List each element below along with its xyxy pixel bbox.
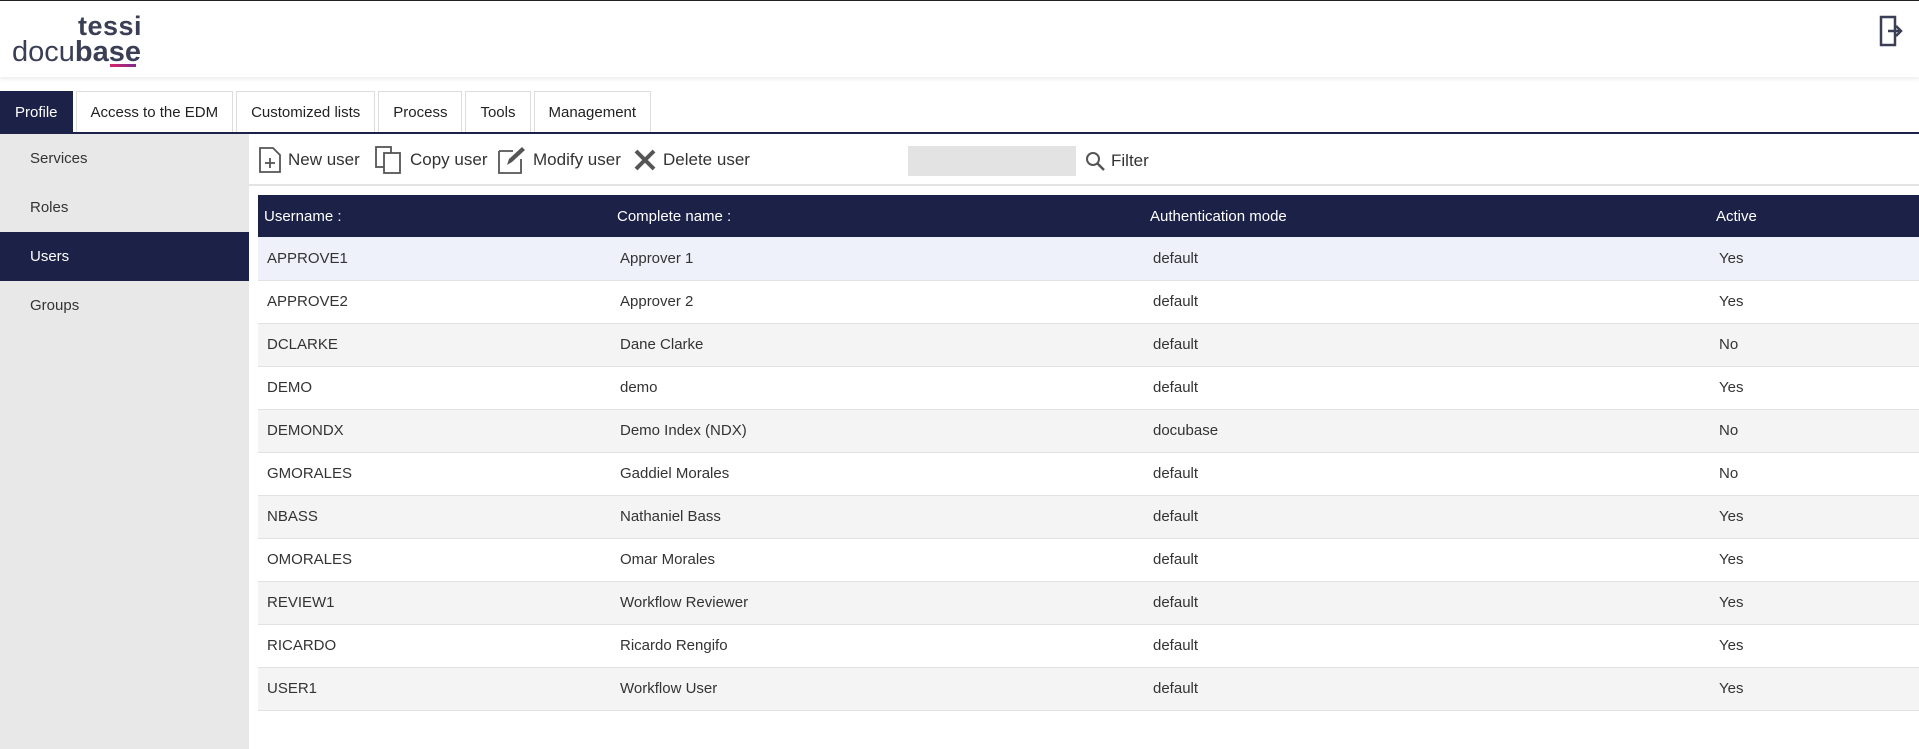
cell-username: NBASS — [267, 508, 318, 525]
main-tabs: Profile Access to the EDM Customized lists… — [0, 91, 654, 133]
copy-user-icon — [375, 146, 401, 174]
cell-username: APPROVE2 — [267, 293, 348, 310]
cell-username: REVIEW1 — [267, 594, 335, 611]
table-row[interactable]: NBASS Nathaniel Bass default Yes — [258, 495, 1919, 538]
cell-active: Yes — [1719, 637, 1744, 654]
table-row[interactable]: DEMO demo default Yes — [258, 366, 1919, 409]
delete-user-label: Delete user — [663, 150, 750, 169]
cell-complete-name: Nathaniel Bass — [620, 508, 721, 525]
cell-active: Yes — [1719, 594, 1744, 611]
main-content: New user Copy user Modify user Delete us… — [249, 134, 1919, 749]
sidebar-item-roles[interactable]: Roles — [0, 183, 249, 232]
cell-authentication-mode: default — [1153, 680, 1199, 697]
cell-username: RICARDO — [267, 637, 337, 654]
cell-username: APPROVE1 — [267, 249, 348, 267]
table-row[interactable]: USER1 Workflow User default Yes — [258, 667, 1919, 710]
new-user-button[interactable]: New user — [258, 144, 360, 176]
filter-label: Filter — [1111, 151, 1149, 170]
sidebar: Services Roles Users Groups — [0, 134, 249, 749]
cell-complete-name: Approver 1 — [620, 249, 694, 267]
cell-complete-name: Workflow User — [620, 680, 718, 697]
filter-input[interactable] — [908, 146, 1076, 176]
cell-complete-name: Demo Index (NDX) — [620, 422, 747, 439]
tab-process[interactable]: Process — [378, 91, 463, 133]
table-header-row: Username : Complete name : Authenticatio… — [258, 195, 1919, 237]
tab-tools[interactable]: Tools — [465, 91, 531, 133]
cell-authentication-mode: default — [1153, 249, 1199, 267]
delete-user-button[interactable]: Delete user — [633, 144, 750, 176]
cell-authentication-mode: default — [1153, 336, 1199, 353]
tab-customized-lists[interactable]: Customized lists — [236, 91, 376, 133]
cell-authentication-mode: default — [1153, 293, 1199, 310]
sidebar-item-groups[interactable]: Groups — [0, 281, 249, 330]
header-active[interactable]: Active — [1710, 195, 1919, 237]
modify-user-label: Modify user — [533, 150, 621, 169]
cell-complete-name: Workflow Reviewer — [620, 594, 749, 611]
cell-authentication-mode: default — [1153, 637, 1199, 654]
cell-active: Yes — [1719, 249, 1744, 267]
delete-user-icon — [634, 149, 656, 171]
table-row[interactable]: APPROVE2 Approver 2 default Yes — [258, 280, 1919, 323]
cell-active: No — [1719, 422, 1739, 439]
tessi-docubase-logo: tessi docubase — [12, 13, 142, 67]
cell-username: DEMONDX — [267, 422, 344, 439]
cell-complete-name: Omar Morales — [620, 551, 716, 568]
cell-authentication-mode: default — [1153, 508, 1199, 525]
header-authentication-mode[interactable]: Authentication mode — [1144, 195, 1710, 237]
users-table: Username : Complete name : Authenticatio… — [258, 195, 1919, 711]
table-row[interactable]: OMORALES Omar Morales default Yes — [258, 538, 1919, 581]
cell-active: No — [1719, 336, 1739, 353]
new-user-icon — [259, 147, 281, 173]
cell-username: DEMO — [267, 379, 312, 396]
table-row[interactable]: DEMONDX Demo Index (NDX) docubase No — [258, 409, 1919, 452]
cell-complete-name: Dane Clarke — [620, 336, 704, 353]
cell-complete-name: demo — [620, 379, 658, 396]
table-row[interactable]: RICARDO Ricardo Rengifo default Yes — [258, 624, 1919, 667]
logo-bottom-text: docubase — [12, 37, 141, 67]
cell-complete-name: Approver 2 — [620, 293, 694, 310]
cell-authentication-mode: default — [1153, 465, 1199, 482]
cell-username: USER1 — [267, 680, 318, 697]
table-row[interactable]: REVIEW1 Workflow Reviewer default Yes — [258, 581, 1919, 624]
cell-username: DCLARKE — [267, 336, 338, 353]
cell-active: Yes — [1719, 508, 1744, 525]
cell-active: Yes — [1719, 551, 1744, 568]
filter-button[interactable]: Filter — [1085, 146, 1149, 176]
header-complete-name[interactable]: Complete name : — [611, 195, 1144, 237]
cell-authentication-mode: docubase — [1153, 422, 1219, 439]
user-toolbar: New user Copy user Modify user Delete us… — [249, 134, 1919, 186]
cell-complete-name: Gaddiel Morales — [620, 465, 730, 482]
table-row[interactable]: GMORALES Gaddiel Morales default No — [258, 452, 1919, 495]
copy-user-button[interactable]: Copy user — [374, 144, 487, 176]
tab-management[interactable]: Management — [533, 91, 652, 133]
logo-underline — [110, 64, 136, 67]
cell-authentication-mode: default — [1153, 594, 1199, 611]
users-table-container: Username : Complete name : Authenticatio… — [258, 195, 1919, 711]
logo-bottom-regular: docu — [12, 36, 75, 68]
app-header: tessi docubase — [0, 1, 1919, 77]
cell-active: Yes — [1719, 293, 1744, 310]
sidebar-item-users[interactable]: Users — [0, 232, 249, 281]
logout-icon[interactable] — [1879, 15, 1903, 47]
search-icon — [1086, 152, 1105, 171]
cell-active: Yes — [1719, 379, 1744, 396]
new-user-label: New user — [288, 150, 360, 169]
cell-authentication-mode: default — [1153, 551, 1199, 568]
modify-user-button[interactable]: Modify user — [497, 144, 621, 176]
sidebar-item-services[interactable]: Services — [0, 134, 249, 183]
table-row[interactable]: DCLARKE Dane Clarke default No — [258, 323, 1919, 366]
header-username[interactable]: Username : — [258, 195, 611, 237]
tab-profile[interactable]: Profile — [0, 91, 73, 133]
modify-user-icon — [498, 147, 525, 174]
tab-access-to-the-edm[interactable]: Access to the EDM — [75, 91, 234, 133]
cell-active: No — [1719, 465, 1739, 482]
cell-complete-name: Ricardo Rengifo — [620, 637, 728, 654]
cell-username: OMORALES — [267, 551, 353, 568]
cell-username: GMORALES — [267, 465, 353, 482]
table-row[interactable]: APPROVE1 Approver 1 default Yes — [258, 237, 1919, 280]
copy-user-label: Copy user — [410, 150, 488, 169]
cell-authentication-mode: default — [1153, 379, 1199, 396]
cell-active: Yes — [1719, 680, 1744, 697]
